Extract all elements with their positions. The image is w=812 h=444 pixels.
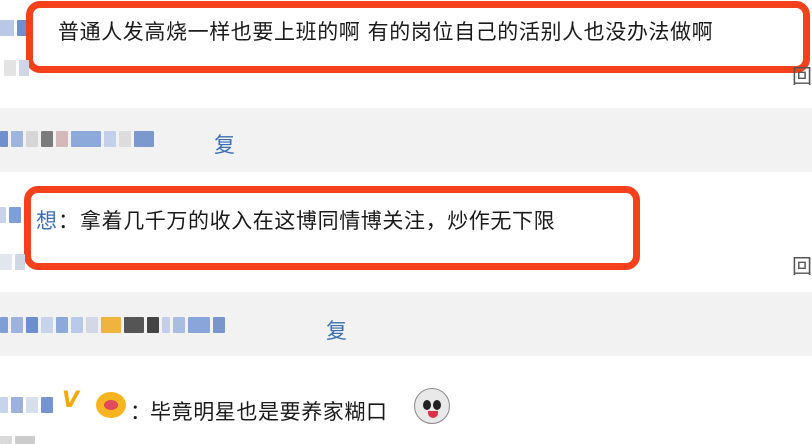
reply-link[interactable]: 复 <box>326 315 348 345</box>
reply-link[interactable]: 复 <box>214 129 236 159</box>
highlight-box <box>26 1 810 73</box>
vip-crown-icon <box>96 392 126 418</box>
blurred-username <box>0 207 21 223</box>
blurred-meta <box>4 60 29 76</box>
blurred-meta <box>0 254 25 270</box>
reply-icon[interactable]: 回 <box>792 60 812 89</box>
blurred-reply-user <box>0 131 154 147</box>
blurred-reply-user <box>0 317 225 333</box>
surprised-face-icon <box>414 388 450 424</box>
vip-badge-icon: V <box>62 388 80 413</box>
comment-separator: ： <box>130 400 152 424</box>
blurred-username <box>0 397 53 413</box>
highlight-box <box>24 186 640 270</box>
blurred-meta <box>0 436 35 444</box>
comment-text: 毕竟明星也是要养家糊口 <box>150 400 388 424</box>
reply-icon[interactable]: 回 <box>792 250 812 279</box>
blurred-username <box>0 20 29 36</box>
